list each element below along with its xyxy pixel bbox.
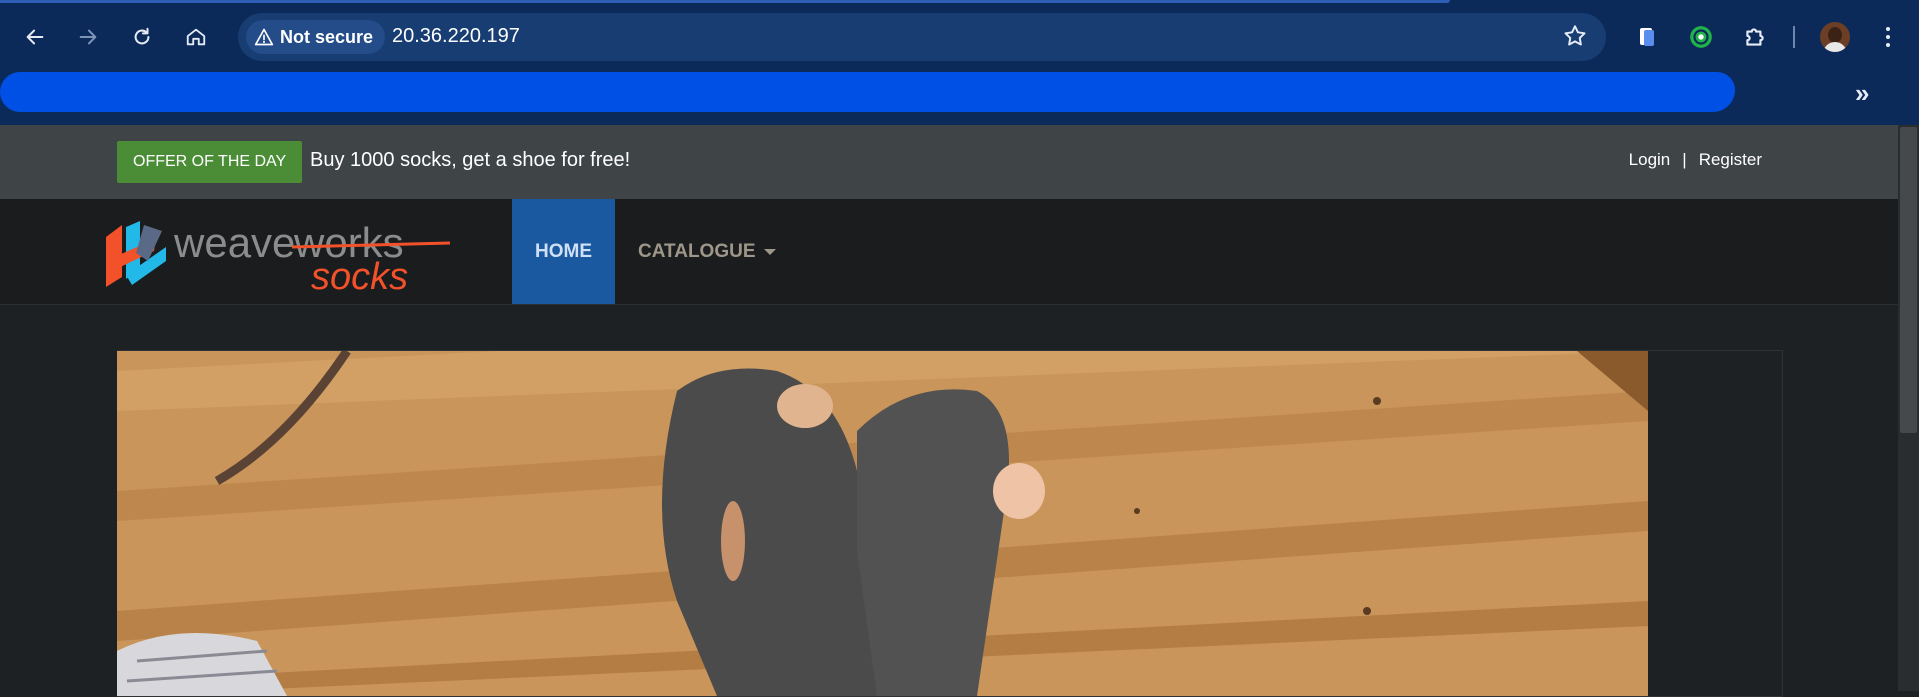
offer-badge[interactable]: OFFER OF THE DAY [117, 141, 303, 183]
extension-button-docs[interactable] [1632, 22, 1662, 52]
extensions-button[interactable] [1740, 22, 1770, 52]
avatar-face [1828, 27, 1842, 43]
reload-icon [134, 27, 150, 45]
forward-button[interactable] [73, 22, 103, 52]
kebab-dot [1886, 35, 1890, 39]
arrow-right-icon [79, 29, 97, 45]
redacted-bookmarks [0, 72, 1735, 112]
hero-image [117, 351, 1648, 696]
home-icon [186, 28, 206, 46]
logo-graphic: weave works socks [106, 219, 451, 298]
kebab-dot [1886, 43, 1890, 47]
logo-weave: weave [173, 219, 295, 266]
document-extension-icon [1640, 28, 1654, 46]
web-page: OFFER OF THE DAY Buy 1000 socks, get a s… [0, 125, 1919, 697]
worn-socks-photo [117, 351, 1648, 696]
caret-down-icon [763, 248, 776, 255]
back-button[interactable] [20, 22, 50, 52]
extension-button-green[interactable] [1686, 22, 1716, 52]
scrollbar-thumb[interactable] [1900, 127, 1917, 433]
toolbar-separator [1793, 26, 1795, 48]
profile-avatar[interactable] [1820, 22, 1850, 52]
arrow-left-icon [26, 29, 44, 45]
offer-text: Buy 1000 socks, get a shoe for free! [310, 149, 631, 171]
logo-socks: socks [311, 256, 408, 293]
offer-bar: OFFER OF THE DAY Buy 1000 socks, get a s… [0, 125, 1898, 199]
home-button[interactable] [181, 22, 211, 52]
kebab-menu-icon [1886, 27, 1890, 31]
site-info-chip[interactable]: Not secure [246, 20, 386, 54]
address-bar[interactable]: Not secure 20.36.220.197 [238, 13, 1606, 61]
puzzle-icon [1746, 28, 1764, 46]
security-label: Not secure [280, 26, 374, 47]
register-link[interactable]: Register [1699, 150, 1762, 170]
reload-button[interactable] [127, 22, 157, 52]
nav-home[interactable]: HOME [512, 199, 615, 304]
auth-separator: | [1682, 150, 1687, 169]
bookmark-star-button[interactable] [1562, 23, 1588, 54]
url-text[interactable]: 20.36.220.197 [392, 25, 520, 48]
main-navbar: weave works socks HOME CATALOGUE [0, 199, 1898, 305]
weaveworks-socks-logo[interactable]: weave works socks [96, 217, 456, 298]
browser-menu-button[interactable] [1878, 22, 1898, 52]
nav-catalogue-label: CATALOGUE [638, 240, 756, 262]
avatar-shirt [1823, 42, 1847, 52]
browser-chrome: Not secure 20.36.220.197 » [0, 0, 1919, 125]
star-icon [1564, 25, 1586, 46]
login-link[interactable]: Login [1629, 150, 1671, 170]
warning-triangle-icon [254, 28, 274, 46]
page-scrollbar[interactable] [1898, 125, 1919, 691]
nav-catalogue[interactable]: CATALOGUE [638, 199, 776, 304]
more-bookmarks-button[interactable]: » [1855, 78, 1869, 109]
auth-links: Login | Register [1629, 150, 1762, 170]
green-circle-extension-icon [1690, 26, 1712, 48]
active-tab-edge [0, 0, 1450, 3]
